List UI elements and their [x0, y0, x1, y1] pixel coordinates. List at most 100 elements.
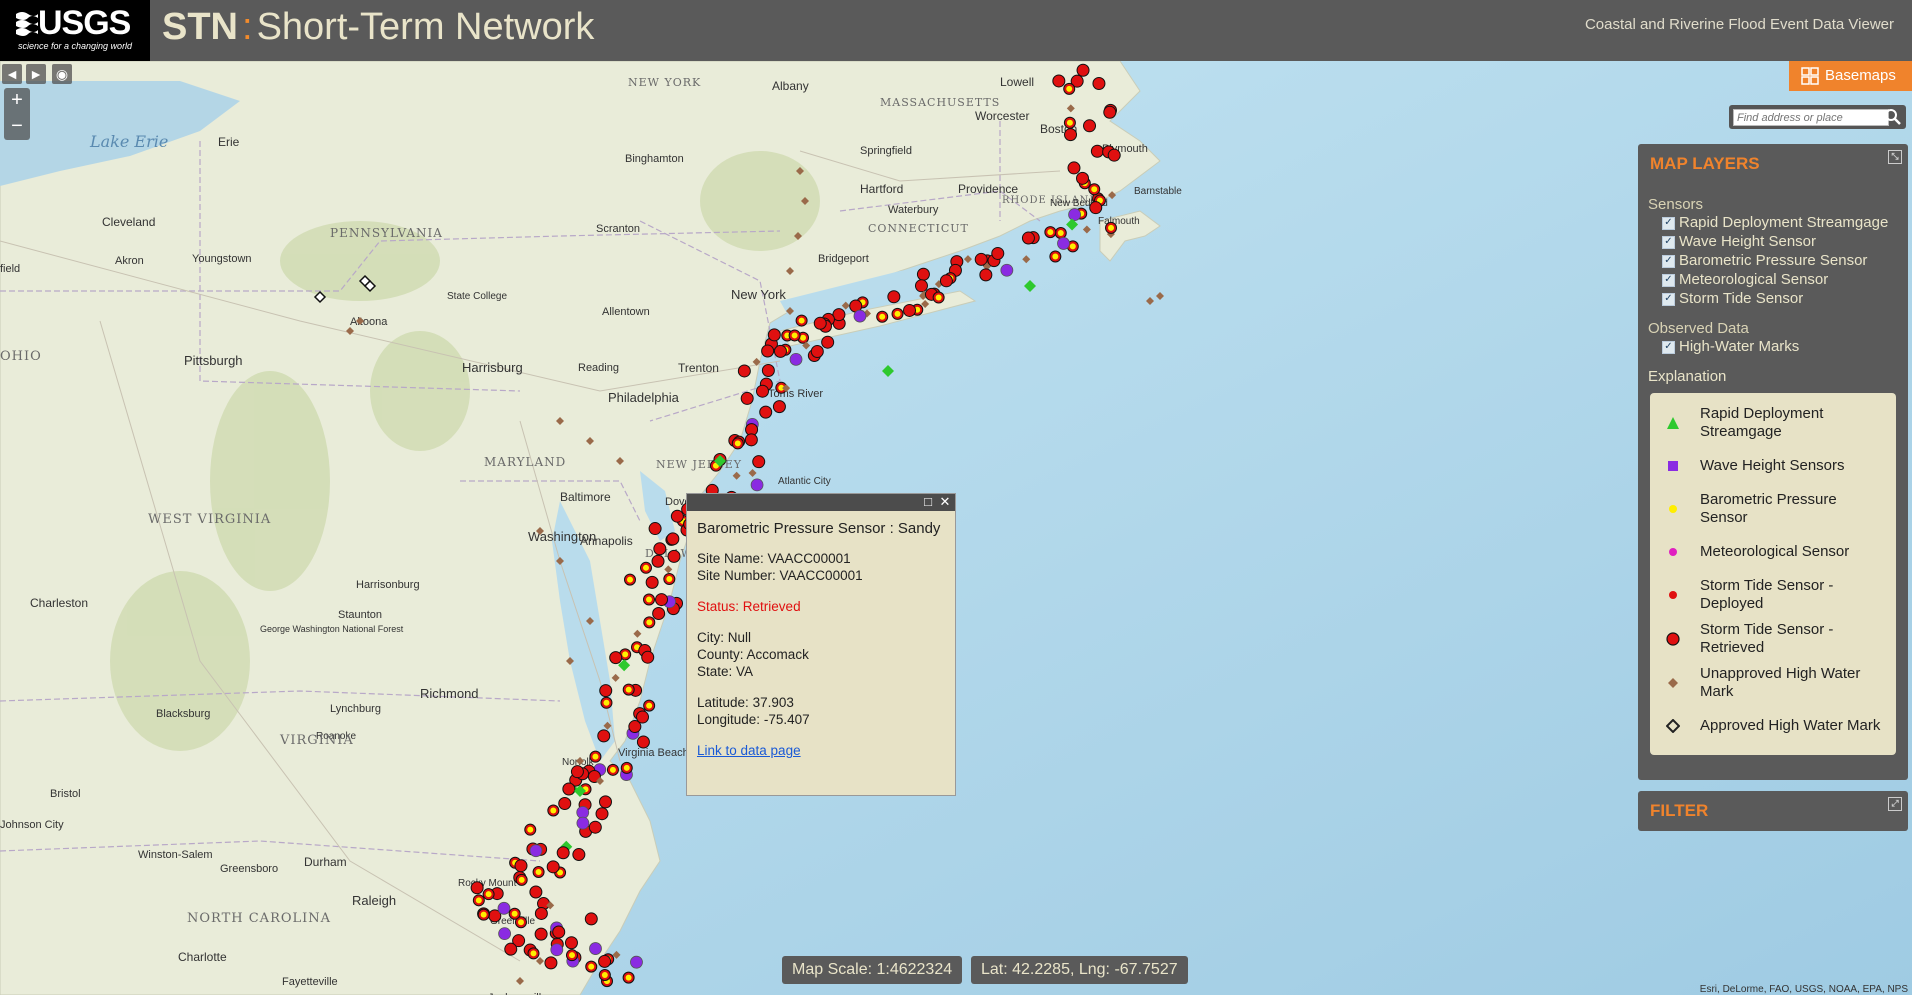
- storm-tide-sensor-marker[interactable]: [1103, 105, 1117, 119]
- barometric-sensor-marker[interactable]: [1054, 227, 1067, 240]
- layer-item[interactable]: ✓ Meteorological Sensor: [1648, 270, 1898, 289]
- map-canvas[interactable]: NEW YORK Albany Lowell MASSACHUSETTS Worcest…: [0, 61, 1912, 995]
- layer-item[interactable]: ✓ High-Water Marks: [1648, 337, 1898, 356]
- storm-tide-sensor-marker[interactable]: [598, 954, 612, 968]
- barometric-sensor-marker[interactable]: [589, 750, 602, 763]
- barometric-sensor-marker[interactable]: [1044, 226, 1057, 239]
- storm-tide-sensor-marker[interactable]: [572, 848, 586, 862]
- storm-tide-sensor-marker[interactable]: [562, 782, 576, 796]
- storm-tide-sensor-marker[interactable]: [767, 328, 781, 342]
- barometric-sensor-marker[interactable]: [482, 888, 495, 901]
- search-input[interactable]: [1733, 109, 1889, 126]
- storm-tide-sensor-marker[interactable]: [529, 885, 543, 899]
- checkbox-checked-icon[interactable]: ✓: [1662, 255, 1675, 268]
- barometric-sensor-marker[interactable]: [547, 804, 560, 817]
- barometric-sensor-marker[interactable]: [663, 573, 676, 586]
- wave-height-sensor-marker[interactable]: [789, 352, 803, 366]
- storm-tide-sensor-marker[interactable]: [974, 252, 988, 266]
- filter-header[interactable]: FILTER ⤢: [1638, 791, 1908, 831]
- barometric-sensor-marker[interactable]: [643, 593, 656, 606]
- storm-tide-sensor-marker[interactable]: [504, 942, 518, 956]
- barometric-sensor-marker[interactable]: [639, 561, 652, 574]
- storm-tide-sensor-marker[interactable]: [1076, 171, 1090, 185]
- storm-tide-sensor-marker[interactable]: [1107, 148, 1121, 162]
- storm-tide-sensor-marker[interactable]: [667, 549, 681, 563]
- storm-tide-sensor-marker[interactable]: [556, 846, 570, 860]
- barometric-sensor-marker[interactable]: [624, 573, 637, 586]
- barometric-sensor-marker[interactable]: [643, 699, 656, 712]
- barometric-sensor-marker[interactable]: [1063, 82, 1076, 95]
- wave-height-sensor-marker[interactable]: [576, 816, 590, 830]
- storm-tide-sensor-marker[interactable]: [755, 384, 769, 398]
- storm-tide-sensor-marker[interactable]: [609, 651, 623, 665]
- barometric-sensor-marker[interactable]: [891, 307, 904, 320]
- basemaps-button[interactable]: Basemaps: [1789, 61, 1912, 91]
- barometric-sensor-marker[interactable]: [532, 865, 545, 878]
- storm-tide-sensor-marker[interactable]: [1083, 119, 1097, 133]
- storm-tide-sensor-marker[interactable]: [887, 290, 901, 304]
- globe-icon[interactable]: ◉: [52, 64, 72, 84]
- storm-tide-sensor-marker[interactable]: [761, 344, 775, 358]
- barometric-sensor-marker[interactable]: [598, 968, 611, 981]
- storm-tide-sensor-marker[interactable]: [470, 881, 484, 895]
- barometric-sensor-marker[interactable]: [1088, 183, 1101, 196]
- storm-tide-sensor-marker[interactable]: [655, 593, 669, 607]
- wave-height-sensor-marker[interactable]: [589, 942, 602, 955]
- barometric-sensor-marker[interactable]: [1049, 250, 1062, 263]
- layer-item[interactable]: ✓ Storm Tide Sensor: [1648, 289, 1898, 308]
- storm-tide-sensor-marker[interactable]: [558, 797, 572, 811]
- storm-tide-sensor-marker[interactable]: [514, 859, 528, 873]
- barometric-sensor-marker[interactable]: [515, 873, 528, 886]
- wave-height-sensor-marker[interactable]: [498, 927, 512, 941]
- checkbox-checked-icon[interactable]: ✓: [1662, 293, 1675, 306]
- storm-tide-sensor-marker[interactable]: [641, 650, 655, 664]
- storm-tide-sensor-marker[interactable]: [544, 956, 558, 970]
- storm-tide-sensor-marker[interactable]: [759, 405, 773, 419]
- storm-tide-sensor-marker[interactable]: [772, 400, 786, 414]
- wave-height-sensor-marker[interactable]: [750, 478, 764, 492]
- layer-item[interactable]: ✓ Wave Height Sensor: [1648, 232, 1898, 251]
- storm-tide-sensor-marker[interactable]: [991, 246, 1005, 260]
- checkbox-checked-icon[interactable]: ✓: [1662, 217, 1675, 230]
- barometric-sensor-marker[interactable]: [524, 823, 537, 836]
- barometric-sensor-marker[interactable]: [600, 696, 613, 709]
- barometric-sensor-marker[interactable]: [788, 329, 801, 342]
- collapse-icon[interactable]: ⤡: [1888, 150, 1902, 164]
- barometric-sensor-marker[interactable]: [932, 291, 945, 304]
- barometric-sensor-marker[interactable]: [527, 947, 540, 960]
- storm-tide-sensor-marker[interactable]: [636, 735, 650, 749]
- barometric-sensor-marker[interactable]: [795, 314, 808, 327]
- zoom-out-button[interactable]: −: [4, 114, 30, 140]
- storm-tide-sensor-marker[interactable]: [597, 729, 611, 743]
- storm-tide-sensor-marker[interactable]: [552, 925, 566, 939]
- close-icon[interactable]: ✕: [938, 495, 952, 509]
- barometric-sensor-marker[interactable]: [876, 310, 889, 323]
- storm-tide-sensor-marker[interactable]: [666, 532, 680, 546]
- storm-tide-sensor-marker[interactable]: [564, 936, 578, 950]
- usgs-logo[interactable]: USGS science for a changing world: [0, 0, 150, 61]
- barometric-sensor-marker[interactable]: [622, 971, 635, 984]
- wave-height-sensor-marker[interactable]: [1057, 237, 1070, 250]
- storm-tide-sensor-marker[interactable]: [914, 279, 928, 293]
- forward-arrow-icon[interactable]: ►: [26, 64, 46, 84]
- back-arrow-icon[interactable]: ◄: [2, 64, 22, 84]
- barometric-sensor-marker[interactable]: [565, 949, 578, 962]
- barometric-sensor-marker[interactable]: [731, 437, 744, 450]
- storm-tide-sensor-marker[interactable]: [979, 268, 993, 282]
- wave-height-sensor-marker[interactable]: [1000, 263, 1014, 277]
- layer-item[interactable]: ✓ Barometric Pressure Sensor: [1648, 251, 1898, 270]
- storm-tide-sensor-marker[interactable]: [595, 807, 609, 821]
- storm-tide-sensor-marker[interactable]: [916, 267, 930, 281]
- barometric-sensor-marker[interactable]: [606, 763, 619, 776]
- wave-height-sensor-marker[interactable]: [853, 309, 867, 323]
- storm-tide-sensor-marker[interactable]: [653, 542, 667, 556]
- storm-tide-sensor-marker[interactable]: [584, 912, 598, 926]
- storm-tide-sensor-marker[interactable]: [1064, 128, 1078, 142]
- storm-tide-sensor-marker[interactable]: [648, 522, 662, 536]
- maximize-icon[interactable]: □: [921, 495, 935, 509]
- wave-height-sensor-marker[interactable]: [529, 844, 543, 858]
- storm-tide-sensor-marker[interactable]: [1021, 231, 1035, 245]
- barometric-sensor-marker[interactable]: [585, 960, 598, 973]
- storm-tide-sensor-marker[interactable]: [810, 344, 824, 358]
- checkbox-checked-icon[interactable]: ✓: [1662, 341, 1675, 354]
